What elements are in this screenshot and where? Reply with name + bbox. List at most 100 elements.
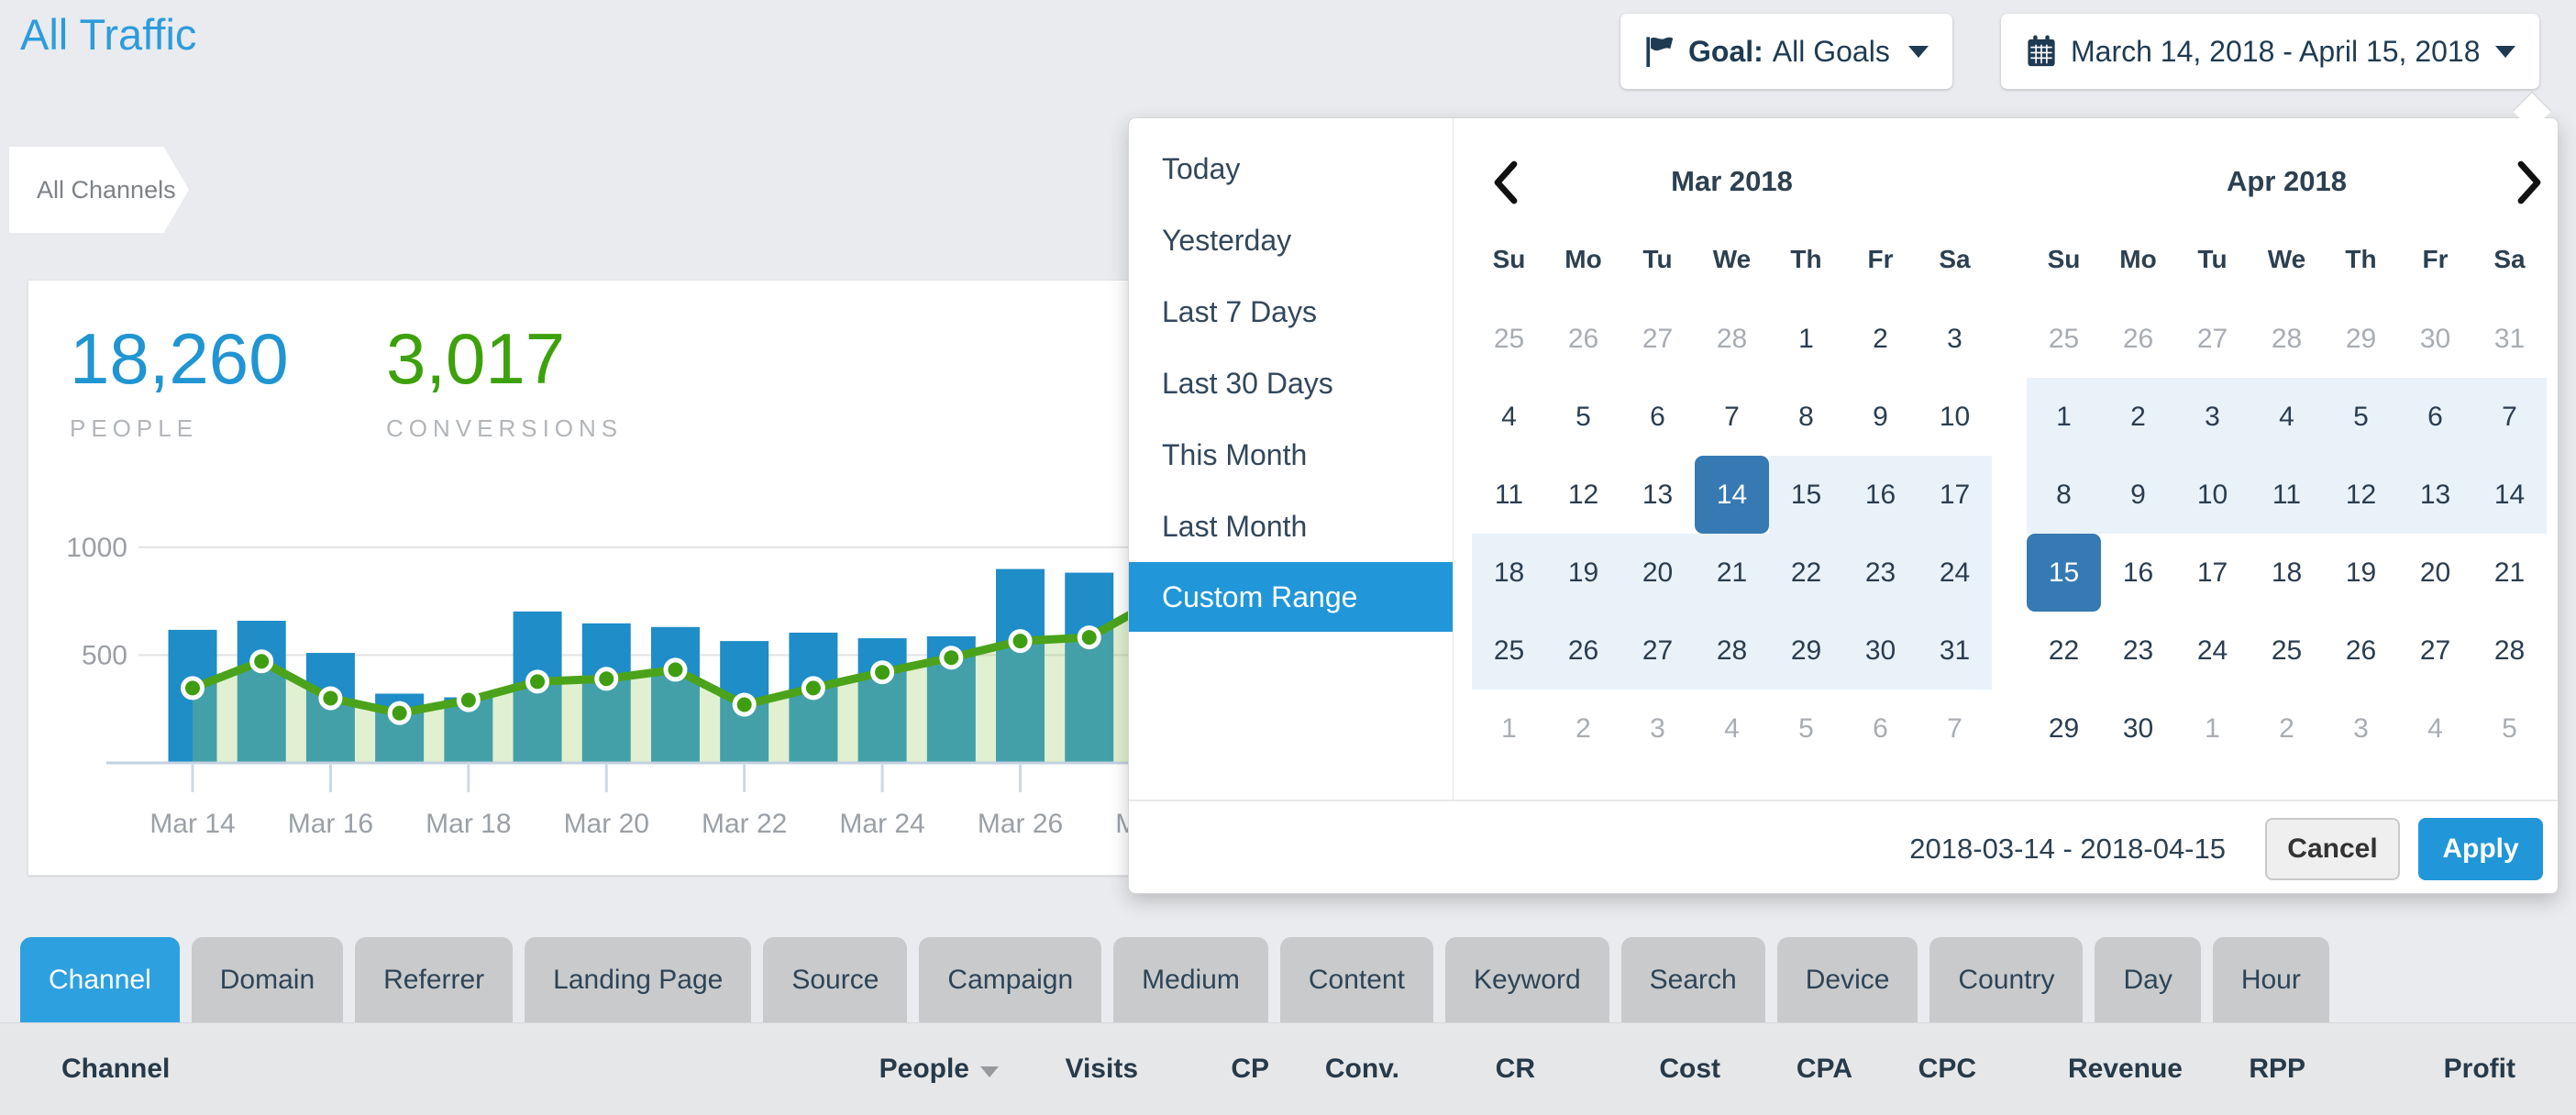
day-cell[interactable]: 20 — [2398, 534, 2472, 612]
day-cell[interactable]: 24 — [1918, 534, 1992, 612]
day-cell[interactable]: 5 — [1546, 378, 1620, 456]
day-cell[interactable]: 3 — [1918, 300, 1992, 378]
day-cell[interactable]: 22 — [1769, 534, 1843, 612]
tab-channel[interactable]: Channel — [20, 937, 180, 1022]
day-cell[interactable]: 26 — [2324, 612, 2398, 690]
day-cell[interactable]: 1 — [2175, 690, 2250, 767]
tab-country[interactable]: Country — [1929, 937, 2083, 1022]
day-cell[interactable]: 13 — [2398, 456, 2472, 534]
tab-hour[interactable]: Hour — [2213, 937, 2329, 1022]
day-cell[interactable]: 4 — [1472, 378, 1546, 456]
day-cell[interactable]: 14 — [2472, 456, 2547, 534]
preset-custom-range[interactable]: Custom Range — [1129, 562, 1453, 632]
tab-content[interactable]: Content — [1280, 937, 1433, 1022]
day-cell[interactable]: 9 — [2101, 456, 2175, 534]
day-cell[interactable]: 2 — [2250, 690, 2324, 767]
chevron-right-icon[interactable] — [2506, 159, 2550, 206]
day-cell[interactable]: 7 — [1695, 378, 1769, 456]
tab-source[interactable]: Source — [763, 937, 907, 1022]
column-header-people[interactable]: People — [879, 1054, 999, 1085]
chevron-left-icon[interactable] — [1485, 159, 1529, 206]
column-header-cr[interactable]: CR — [1496, 1054, 1535, 1085]
day-cell[interactable]: 7 — [2472, 378, 2547, 456]
day-cell[interactable]: 3 — [2324, 690, 2398, 767]
day-cell[interactable]: 10 — [1918, 378, 1992, 456]
day-cell[interactable]: 27 — [1620, 612, 1695, 690]
day-cell[interactable]: 26 — [2101, 300, 2175, 378]
column-header-profit[interactable]: Profit — [2444, 1054, 2515, 1085]
preset-last-7-days[interactable]: Last 7 Days — [1129, 276, 1453, 348]
day-cell[interactable]: 1 — [2027, 378, 2101, 456]
day-cell[interactable]: 5 — [2472, 690, 2547, 767]
day-cell[interactable]: 16 — [1843, 456, 1918, 534]
day-cell[interactable]: 18 — [1472, 534, 1546, 612]
day-cell[interactable]: 6 — [1620, 378, 1695, 456]
preset-last-30-days[interactable]: Last 30 Days — [1129, 348, 1453, 419]
day-cell[interactable]: 29 — [2324, 300, 2398, 378]
day-cell[interactable]: 3 — [2175, 378, 2250, 456]
day-cell[interactable]: 27 — [2398, 612, 2472, 690]
tab-search[interactable]: Search — [1621, 937, 1765, 1022]
column-header-cost[interactable]: Cost — [1659, 1054, 1720, 1085]
tab-keyword[interactable]: Keyword — [1445, 937, 1609, 1022]
tab-device[interactable]: Device — [1777, 937, 1918, 1022]
tab-referrer[interactable]: Referrer — [355, 937, 513, 1022]
day-cell[interactable]: 21 — [2472, 534, 2547, 612]
day-cell[interactable]: 13 — [1620, 456, 1695, 534]
date-range-button[interactable]: March 14, 2018 - April 15, 2018 — [2001, 14, 2539, 89]
preset-this-month[interactable]: This Month — [1129, 419, 1453, 491]
day-cell[interactable]: 16 — [2101, 534, 2175, 612]
day-cell[interactable]: 4 — [2398, 690, 2472, 767]
day-cell[interactable]: 6 — [2398, 378, 2472, 456]
column-header-cpa[interactable]: CPA — [1797, 1054, 1852, 1085]
day-cell[interactable]: 29 — [1769, 612, 1843, 690]
day-cell[interactable]: 23 — [1843, 534, 1918, 612]
day-cell[interactable]: 31 — [2472, 300, 2547, 378]
apply-button[interactable]: Apply — [2418, 818, 2543, 880]
day-cell-selected[interactable]: 15 — [2027, 534, 2101, 612]
day-cell[interactable]: 18 — [2250, 534, 2324, 612]
day-cell[interactable]: 17 — [1918, 456, 1992, 534]
day-cell[interactable]: 30 — [1843, 612, 1918, 690]
day-cell[interactable]: 26 — [1546, 612, 1620, 690]
day-cell[interactable]: 28 — [2250, 300, 2324, 378]
day-cell[interactable]: 25 — [1472, 612, 1546, 690]
day-cell[interactable]: 24 — [2175, 612, 2250, 690]
day-cell[interactable]: 11 — [2250, 456, 2324, 534]
column-header-visits[interactable]: Visits — [1066, 1054, 1139, 1085]
day-cell[interactable]: 15 — [1769, 456, 1843, 534]
tab-day[interactable]: Day — [2095, 937, 2200, 1022]
day-cell[interactable]: 8 — [2027, 456, 2101, 534]
day-cell[interactable]: 25 — [1472, 300, 1546, 378]
day-cell[interactable]: 28 — [1695, 300, 1769, 378]
day-cell[interactable]: 25 — [2027, 300, 2101, 378]
day-cell[interactable]: 3 — [1620, 690, 1695, 767]
day-cell[interactable]: 9 — [1843, 378, 1918, 456]
day-cell[interactable]: 12 — [2324, 456, 2398, 534]
column-header-conv[interactable]: Conv. — [1325, 1054, 1399, 1085]
day-cell[interactable]: 26 — [1546, 300, 1620, 378]
goal-selector-button[interactable]: Goal: All Goals — [1620, 14, 1952, 89]
day-cell[interactable]: 6 — [1843, 690, 1918, 767]
day-cell[interactable]: 25 — [2250, 612, 2324, 690]
day-cell[interactable]: 31 — [1918, 612, 1992, 690]
day-cell[interactable]: 19 — [2324, 534, 2398, 612]
day-cell[interactable]: 10 — [2175, 456, 2250, 534]
day-cell[interactable]: 5 — [1769, 690, 1843, 767]
day-cell[interactable]: 28 — [1695, 612, 1769, 690]
day-cell[interactable]: 22 — [2027, 612, 2101, 690]
day-cell[interactable]: 19 — [1546, 534, 1620, 612]
day-cell[interactable]: 17 — [2175, 534, 2250, 612]
day-cell[interactable]: 12 — [1546, 456, 1620, 534]
breadcrumb[interactable]: All Channels — [9, 147, 189, 233]
preset-last-month[interactable]: Last Month — [1129, 491, 1453, 562]
column-header-channel[interactable]: Channel — [61, 1054, 170, 1085]
day-cell[interactable]: 7 — [1918, 690, 1992, 767]
column-header-cp[interactable]: CP — [1231, 1054, 1269, 1085]
day-cell-selected[interactable]: 14 — [1695, 456, 1769, 534]
day-cell[interactable]: 21 — [1695, 534, 1769, 612]
tab-medium[interactable]: Medium — [1113, 937, 1268, 1022]
day-cell[interactable]: 4 — [1695, 690, 1769, 767]
tab-campaign[interactable]: Campaign — [919, 937, 1101, 1022]
day-cell[interactable]: 1 — [1769, 300, 1843, 378]
